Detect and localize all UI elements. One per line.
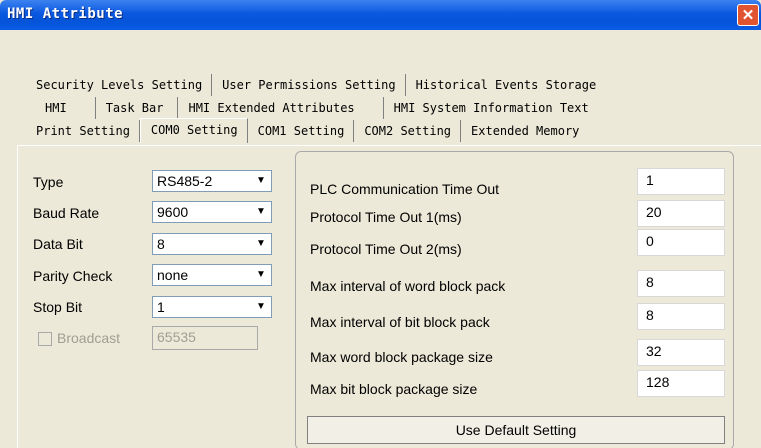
window-title: HMI Attribute (7, 6, 124, 22)
baud-rate-value: 9600 (157, 204, 189, 220)
baud-rate-label: Baud Rate (33, 205, 100, 221)
chevron-down-icon[interactable]: ▼ (252, 203, 270, 221)
chevron-down-icon[interactable]: ▼ (252, 266, 270, 284)
title-bar: HMI Attribute ✕ (0, 0, 761, 30)
broadcast-label: Broadcast (57, 330, 121, 346)
tab-task-bar[interactable]: Task Bar (96, 97, 179, 119)
timing-label: Max interval of word block pack (310, 278, 506, 294)
timing-field[interactable]: 0 (637, 229, 725, 256)
checkbox-icon[interactable] (38, 332, 52, 346)
tab-security-levels-setting[interactable]: Security Levels Setting (26, 74, 213, 96)
type-label: Type (33, 174, 64, 190)
stop-bit-value: 1 (157, 299, 165, 315)
tab-print-setting[interactable]: Print Setting (26, 120, 140, 142)
timing-field[interactable]: 8 (637, 303, 725, 330)
hmi-attribute-window: HMI Attribute ✕ Security Levels Setting … (0, 0, 761, 448)
stop-bit-select[interactable]: 1 ▼ (152, 296, 272, 318)
timing-field[interactable]: 1 (637, 168, 725, 195)
tab-com1-setting[interactable]: COM1 Setting (248, 120, 355, 142)
timing-label: PLC Communication Time Out (310, 181, 500, 197)
tab-hmi-extended-attributes[interactable]: HMI Extended Attributes (178, 97, 384, 119)
tab-user-permissions-setting[interactable]: User Permissions Setting (212, 74, 406, 96)
chevron-down-icon[interactable]: ▼ (252, 298, 270, 316)
timing-field[interactable]: 8 (637, 270, 725, 297)
tab-hmi[interactable]: HMI (35, 97, 96, 119)
baud-rate-select[interactable]: 9600 ▼ (152, 201, 272, 223)
tab-com2-setting[interactable]: COM2 Setting (354, 120, 462, 142)
type-select[interactable]: RS485-2 ▼ (152, 170, 272, 192)
tab-row-1: Security Levels Setting User Permissions… (26, 74, 605, 96)
tab-strip: Security Levels Setting User Permissions… (0, 31, 761, 149)
timing-label: Protocol Time Out 2(ms) (310, 241, 462, 257)
parity-check-label: Parity Check (33, 268, 113, 284)
data-bit-select[interactable]: 8 ▼ (152, 233, 272, 255)
timing-field[interactable]: 32 (637, 339, 725, 366)
timing-label: Max bit block package size (310, 381, 478, 397)
close-icon[interactable]: ✕ (737, 4, 759, 26)
data-bit-value: 8 (157, 236, 165, 252)
tab-row-2: HMI Task Bar HMI Extended Attributes HMI… (35, 97, 598, 119)
chevron-down-icon[interactable]: ▼ (252, 235, 270, 253)
chevron-down-icon[interactable]: ▼ (252, 172, 270, 190)
timing-label: Max interval of bit block pack (310, 314, 490, 330)
type-value: RS485-2 (157, 173, 213, 189)
timing-field[interactable]: 128 (637, 370, 725, 397)
data-bit-label: Data Bit (33, 236, 83, 252)
timing-label: Max word block package size (310, 349, 493, 365)
stop-bit-label: Stop Bit (33, 299, 83, 315)
tab-extended-memory[interactable]: Extended Memory (461, 120, 588, 142)
parity-check-select[interactable]: none ▼ (152, 264, 272, 286)
use-default-setting-button[interactable]: Use Default Setting (307, 416, 725, 444)
timing-label: Protocol Time Out 1(ms) (310, 209, 462, 225)
tab-com0-setting[interactable]: COM0 Setting (139, 118, 248, 143)
timing-field[interactable]: 20 (637, 200, 725, 227)
broadcast-address-field: 65535 (152, 326, 258, 350)
tab-hmi-system-information-text[interactable]: HMI System Information Text (384, 97, 598, 119)
tab-row-3: Print Setting COM0 Setting COM1 Setting … (26, 118, 588, 143)
tab-historical-events-storage[interactable]: Historical Events Storage (406, 74, 606, 96)
parity-check-value: none (157, 267, 189, 283)
